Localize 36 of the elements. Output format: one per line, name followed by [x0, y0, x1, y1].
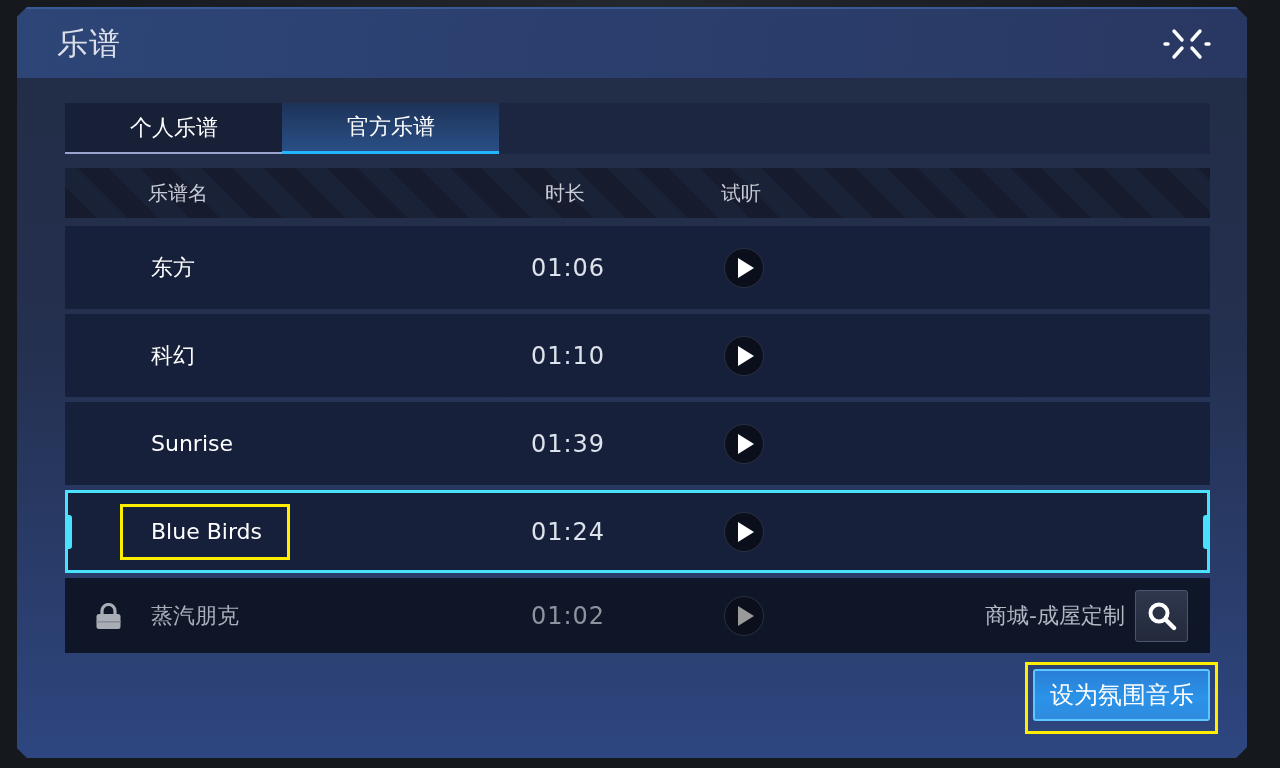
play-button[interactable] — [724, 423, 764, 464]
play-button[interactable] — [724, 511, 764, 552]
window-title: 乐谱 — [57, 23, 121, 63]
column-header: 乐谱名 — [148, 179, 208, 207]
duration-text: 01:24 — [530, 517, 606, 546]
close-icon[interactable] — [1163, 27, 1211, 60]
score-row[interactable]: Blue Birds 01:24 — [65, 490, 1210, 573]
play-icon — [737, 257, 754, 278]
score-name: 科幻 — [151, 341, 195, 370]
play-icon — [737, 433, 754, 454]
tab[interactable]: 个人乐谱 — [65, 103, 282, 154]
tab[interactable]: 官方乐谱 — [282, 103, 499, 154]
play-button[interactable] — [724, 335, 764, 376]
score-name: Sunrise — [151, 431, 233, 456]
score-row[interactable]: Sunrise 01:39 — [65, 402, 1210, 485]
search-icon — [1146, 600, 1177, 631]
lock-icon — [95, 602, 121, 629]
play-icon — [737, 345, 754, 366]
play-button[interactable] — [724, 247, 764, 288]
duration-text: 01:10 — [530, 341, 606, 370]
score-name: Blue Birds — [151, 519, 262, 544]
score-row[interactable]: 东方 01:06 — [65, 226, 1210, 309]
column-header: 时长 — [545, 179, 585, 207]
unlock-source-text: 商城-成屋定制 — [985, 601, 1125, 630]
score-row[interactable]: 科幻 01:10 — [65, 314, 1210, 397]
play-icon — [737, 521, 754, 542]
duration-text: 01:06 — [530, 253, 606, 282]
score-name: 东方 — [151, 253, 195, 282]
column-header: 试听 — [721, 179, 761, 207]
search-button[interactable] — [1135, 589, 1188, 642]
duration-text: 01:39 — [530, 429, 606, 458]
duration-text: 01:02 — [530, 601, 606, 630]
score-row[interactable]: 蒸汽朋克 01:02 商城-成屋定制 — [65, 578, 1210, 653]
play-icon — [737, 605, 754, 626]
play-button[interactable] — [724, 595, 764, 636]
score-name: 蒸汽朋克 — [151, 601, 239, 630]
